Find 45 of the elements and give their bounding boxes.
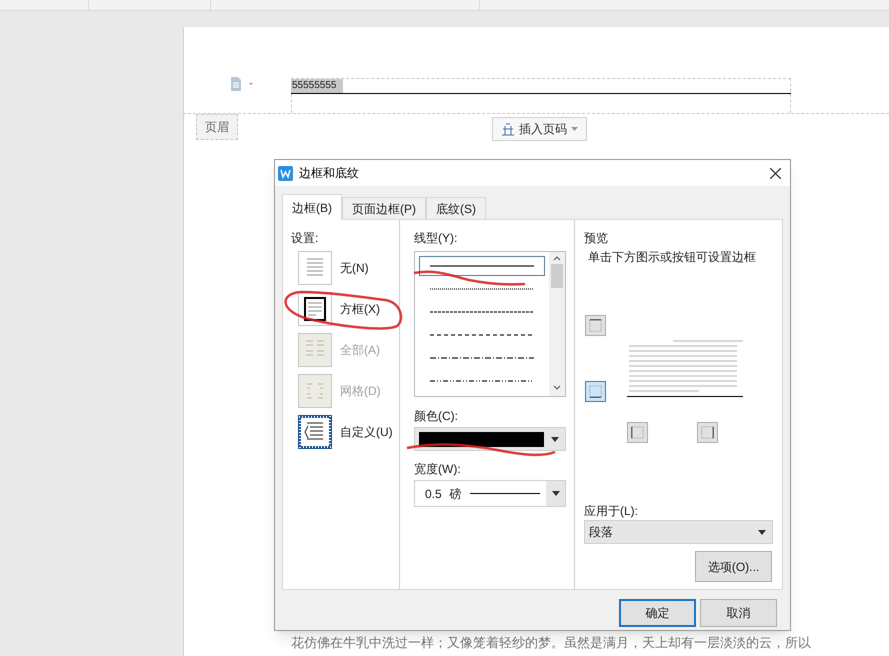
apply-to-value: 段落 (589, 524, 613, 541)
width-unit: 磅 (450, 486, 462, 502)
tab[interactable]: 底纹(S) (426, 197, 486, 219)
line-sample (470, 493, 540, 494)
tab[interactable]: 页面边框(P) (342, 197, 426, 219)
body-text: 花仿佛在牛乳中洗过一样；又像笼着轻纱的梦。虽然是满月，天上却有一层淡淡的云，所以 (291, 634, 811, 651)
tab[interactable]: 边框(B) (282, 194, 342, 220)
dropdown-arrow-icon (571, 127, 578, 131)
border-setting-icon (298, 251, 332, 285)
dialog-button[interactable]: 取消 (700, 599, 777, 627)
preview-label: 预览 (584, 230, 609, 247)
border-edge-button[interactable] (585, 381, 606, 402)
width-dropdown[interactable]: 0.5 磅 (414, 480, 566, 507)
apply-to-dropdown[interactable]: 段落 (584, 520, 773, 544)
dropdown-arrow-icon (758, 530, 766, 534)
color-dropdown[interactable] (414, 427, 566, 451)
line-style-label: 线型(Y): (414, 230, 458, 247)
scrollbar-thumb[interactable] (551, 264, 563, 288)
close-icon (770, 168, 780, 178)
dialog-button[interactable]: 确定 (619, 599, 696, 627)
setting-option[interactable]: 自定义(U) (298, 415, 398, 449)
dropdown-arrow-icon (552, 491, 560, 496)
width-label: 宽度(W): (414, 461, 462, 478)
color-label: 颜色(C): (414, 408, 459, 425)
header-text: 55555555 (291, 79, 342, 93)
border-edge-button[interactable] (627, 422, 648, 443)
dropdown-arrow-icon (551, 436, 559, 442)
border-edge-button[interactable] (585, 315, 606, 336)
header-label: 页眉 (196, 114, 238, 140)
page-number-icon (501, 122, 515, 136)
border-setting-icon (298, 415, 332, 449)
insert-page-number-button[interactable]: 插入页码 (492, 117, 587, 141)
app-logo-icon (278, 166, 293, 180)
border-setting-icon (298, 333, 332, 367)
border-setting-icon (298, 374, 332, 408)
border-edge-button[interactable] (697, 422, 718, 443)
width-value: 0.5 (425, 486, 442, 502)
setting-option[interactable]: 方框(X) (298, 292, 398, 326)
line-style-option[interactable] (419, 256, 545, 276)
options-button[interactable]: 选项(O)... (695, 551, 772, 582)
apply-to-label: 应用于(L): (584, 503, 638, 520)
settings-label: 设置: (291, 230, 320, 247)
preview-hint: 单击下方图示或按钮可设置边框 (587, 249, 757, 266)
dialog-title: 边框和底纹 (299, 165, 359, 182)
setting-option[interactable]: 无(N) (298, 251, 398, 285)
